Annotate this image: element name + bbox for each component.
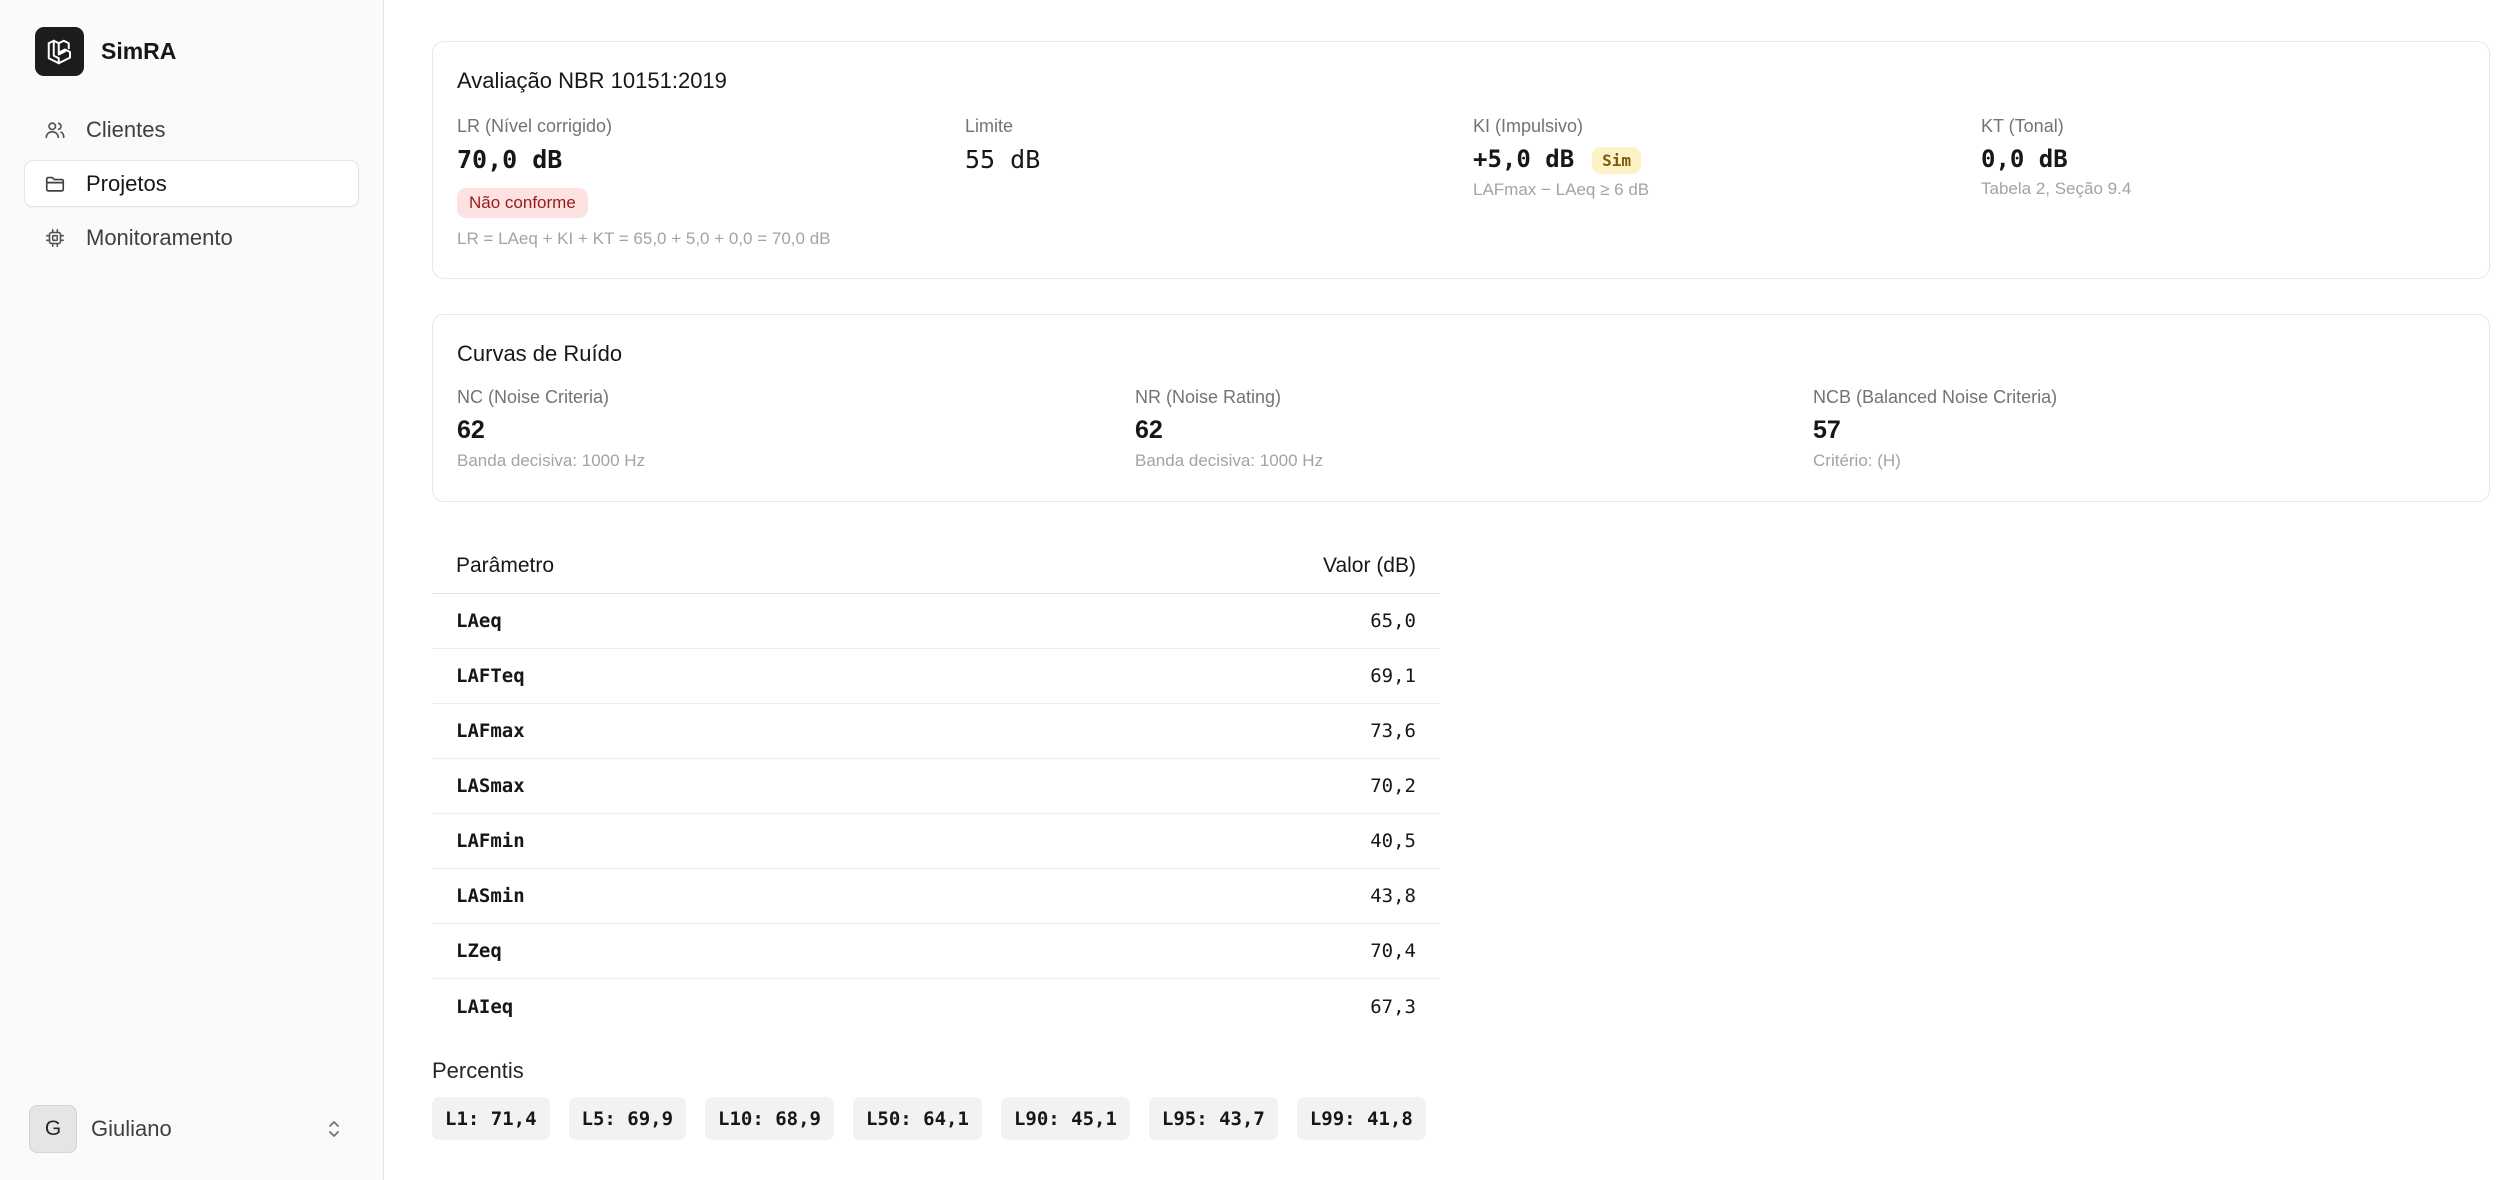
parameters-table: Parâmetro Valor (dB) LAeq 65,0 LAFTeq 69… — [432, 539, 1440, 1034]
param-name: LASmin — [456, 885, 525, 907]
metric-value: 57 — [1813, 416, 1841, 444]
metric-label: Limite — [965, 116, 1014, 136]
percentile-chip: L10: 68,9 — [705, 1097, 834, 1140]
param-name: LAFmin — [456, 830, 525, 852]
table-row: LZeq 70,4 — [432, 924, 1440, 979]
metric-value: 0,0 dB — [1981, 145, 2068, 173]
table-row: LAFTeq 69,1 — [432, 649, 1440, 704]
sidebar: SimRA Clientes Projetos Monitoramento G … — [0, 0, 384, 1180]
param-value: 70,4 — [1370, 940, 1416, 962]
percentile-chip: L95: 43,7 — [1148, 1097, 1278, 1140]
table-row: LAFmin 40,5 — [432, 814, 1440, 869]
nr-metric: NR (Noise Rating) 62 Banda decisiva: 100… — [1135, 387, 1323, 471]
status-badge: Não conforme — [457, 188, 588, 218]
sidebar-item-projetos[interactable]: Projetos — [24, 160, 359, 207]
param-value: 67,3 — [1370, 995, 1416, 1018]
metric-label: NR (Noise Rating) — [1135, 387, 1282, 407]
param-name: LAIeq — [456, 995, 514, 1018]
param-value: 65,0 — [1370, 610, 1416, 632]
impulsive-badge: Sim — [1592, 146, 1642, 174]
metric-label: KI (Impulsivo) — [1473, 116, 1584, 136]
chevron-up-down-icon — [323, 1114, 345, 1144]
metric-label: LR (Nível corrigido) — [457, 116, 613, 136]
param-value: 43,8 — [1370, 885, 1416, 907]
sidebar-item-monitoramento[interactable]: Monitoramento — [24, 214, 359, 261]
percentile-chip: L99: 41,8 — [1296, 1097, 1426, 1140]
param-value: 69,1 — [1370, 665, 1416, 687]
metric-note: Banda decisiva: 1000 Hz — [457, 451, 646, 470]
table-header: Parâmetro Valor (dB) — [432, 539, 1440, 594]
metric-note: Critério: (H) — [1813, 451, 1901, 470]
metric-value: 55 dB — [965, 145, 1041, 174]
users-icon — [43, 118, 67, 142]
card-title: Avaliação NBR 10151:2019 — [457, 68, 727, 93]
ki-value-row: +5,0 dB Sim — [1473, 145, 1649, 174]
ki-metric: KI (Impulsivo) +5,0 dB Sim LAFmax − LAeq … — [1473, 116, 1649, 200]
param-name: LAeq — [456, 610, 502, 632]
table-row: LAFmax 73,6 — [432, 704, 1440, 759]
param-name: LAFmax — [456, 720, 525, 742]
metric-label: NCB (Balanced Noise Criteria) — [1813, 387, 2058, 407]
nbr-evaluation-card: Avaliação NBR 10151:2019 LR (Nível corri… — [432, 41, 2490, 279]
noise-curves-card: Curvas de Ruído NC (Noise Criteria) 62 B… — [432, 314, 2490, 502]
sidebar-item-label: Projetos — [86, 170, 167, 196]
param-name: LZeq — [456, 940, 502, 962]
param-name: LASmax — [456, 775, 525, 797]
brand-logo-icon — [35, 27, 84, 76]
user-menu[interactable]: G Giuliano — [29, 1104, 345, 1154]
metric-note: LAFmax − LAeq ≥ 6 dB — [1473, 179, 1650, 199]
app-name: SimRA — [101, 38, 177, 64]
table-row: LAeq 65,0 — [432, 594, 1440, 649]
sidebar-item-label: Clientes — [86, 116, 166, 142]
param-name: LAFTeq — [456, 665, 525, 687]
sidebar-nav: Clientes Projetos Monitoramento — [24, 106, 359, 268]
cpu-icon — [43, 226, 67, 250]
metric-label: NC (Noise Criteria) — [457, 387, 610, 407]
param-value: 73,6 — [1370, 720, 1416, 742]
percentis-title: Percentis — [432, 1058, 524, 1083]
limite-metric: Limite 55 dB — [965, 116, 1040, 174]
user-name: Giuliano — [91, 1116, 172, 1141]
folder-icon — [43, 172, 67, 196]
column-header-parametro: Parâmetro — [456, 554, 555, 577]
table-row: LASmin 43,8 — [432, 869, 1440, 924]
percentile-chip: L5: 69,9 — [568, 1097, 687, 1140]
sidebar-item-label: Monitoramento — [86, 224, 233, 250]
card-title: Curvas de Ruído — [457, 341, 623, 366]
metric-value: 62 — [1135, 416, 1163, 444]
ncb-metric: NCB (Balanced Noise Criteria) 57 Critéri… — [1813, 387, 2057, 471]
param-value: 70,2 — [1370, 775, 1416, 797]
lr-formula: LR = LAeq + KI + KT = 65,0 + 5,0 + 0,0 =… — [457, 229, 831, 248]
percentile-chip: L50: 64,1 — [852, 1097, 982, 1140]
sidebar-item-clientes[interactable]: Clientes — [24, 106, 359, 153]
metric-note: Banda decisiva: 1000 Hz — [1135, 451, 1324, 470]
avatar: G — [29, 1105, 77, 1153]
metric-note: Tabela 2, Seção 9.4 — [1981, 179, 2132, 198]
lr-metric: LR (Nível corrigido) 70,0 dB Não conform… — [457, 116, 612, 218]
metric-value: 62 — [457, 416, 485, 444]
metric-label: KT (Tonal) — [1981, 116, 2064, 136]
kt-metric: KT (Tonal) 0,0 dB Tabela 2, Seção 9.4 — [1981, 116, 2131, 199]
nc-metric: NC (Noise Criteria) 62 Banda decisiva: 1… — [457, 387, 645, 471]
column-header-valor: Valor (dB) — [1323, 554, 1416, 577]
metric-value: 70,0 dB — [457, 145, 563, 174]
table-row: LASmax 70,2 — [432, 759, 1440, 814]
percentis-list: L1: 71,4 L5: 69,9 L10: 68,9 L50: 64,1 L9… — [432, 1097, 1445, 1140]
param-value: 40,5 — [1370, 830, 1416, 852]
percentile-chip: L90: 45,1 — [1000, 1097, 1130, 1140]
metric-value: +5,0 dB — [1473, 145, 1575, 173]
brand[interactable]: SimRA — [35, 27, 176, 76]
percentile-chip: L1: 71,4 — [432, 1097, 550, 1140]
table-row: LAIeq 67,3 — [432, 979, 1440, 1034]
